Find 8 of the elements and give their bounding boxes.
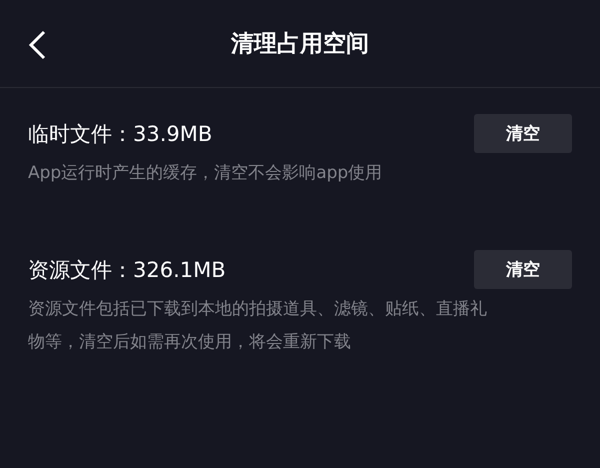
file-size-label: 资源文件：326.1MB bbox=[28, 256, 226, 284]
file-size-label: 临时文件：33.9MB bbox=[28, 120, 212, 148]
description-text: App运行时产生的缓存，清空不会影响app使用 bbox=[28, 162, 384, 185]
page-title: 清理占用空间 bbox=[231, 30, 369, 59]
clear-button[interactable]: 清空 bbox=[474, 250, 572, 289]
clear-button[interactable]: 清空 bbox=[474, 114, 572, 153]
back-icon[interactable] bbox=[26, 30, 48, 60]
description-text: 资源文件包括已下载到本地的拍摄道具、滤镜、贴纸、直播礼物等，清空后如需再次使用，将会重新下载 bbox=[28, 298, 488, 354]
